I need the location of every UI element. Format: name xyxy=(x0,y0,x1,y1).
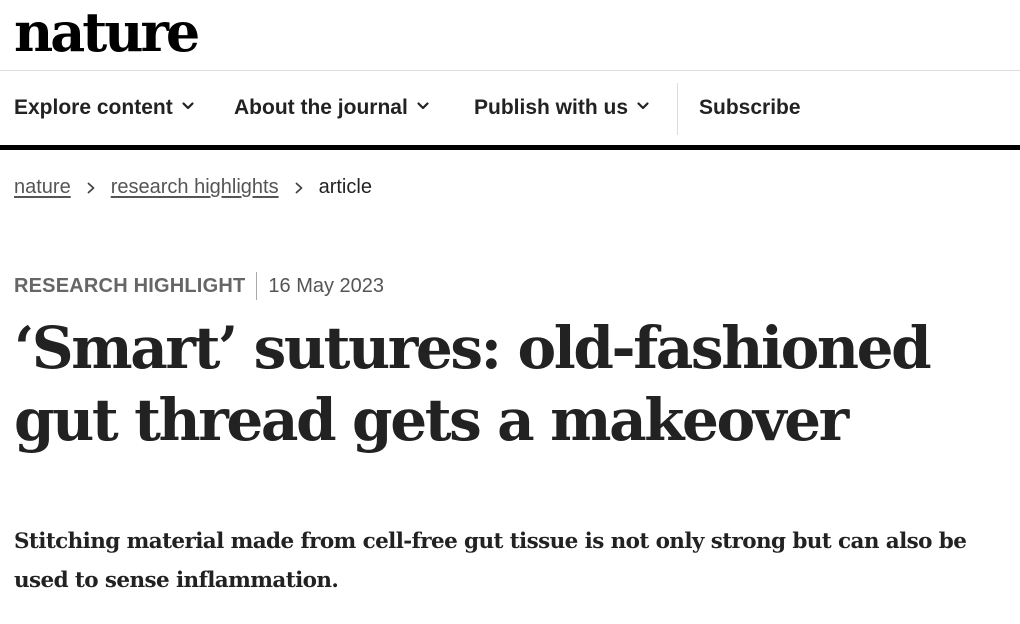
nav-about-the-journal[interactable]: About the journal xyxy=(234,71,430,145)
nav-subscribe[interactable]: Subscribe xyxy=(699,71,801,145)
nav-label: Publish with us xyxy=(474,96,629,119)
nav-publish-with-us[interactable]: Publish with us xyxy=(474,71,650,145)
chevron-down-icon xyxy=(182,102,194,110)
article-title: ‘Smart’ sutures: old-fashioned gut threa… xyxy=(14,314,932,454)
meta-divider xyxy=(256,272,258,300)
chevron-down-icon xyxy=(637,102,649,110)
chevron-right-icon xyxy=(295,182,302,193)
nav-label: About the journal xyxy=(234,96,408,119)
breadcrumb-research-highlights[interactable]: research highlights xyxy=(111,176,279,199)
breadcrumb: nature research highlights article xyxy=(14,176,372,199)
article-standfirst: Stitching material made from cell-free g… xyxy=(14,529,967,593)
nav-divider xyxy=(677,83,678,135)
nav-explore-content[interactable]: Explore content xyxy=(14,71,195,145)
main-navigation: Explore content About the journal Publis… xyxy=(0,71,1020,150)
article-meta: RESEARCH HIGHLIGHT 16 May 2023 xyxy=(14,272,384,300)
chevron-right-icon xyxy=(87,182,95,193)
article-date: 16 May 2023 xyxy=(268,274,385,297)
nav-label: Subscribe xyxy=(699,96,801,119)
nav-label: Explore content xyxy=(14,96,173,119)
breadcrumb-nature[interactable]: nature xyxy=(14,176,71,199)
article-type: RESEARCH HIGHLIGHT xyxy=(14,274,246,297)
breadcrumb-current: article xyxy=(318,176,372,198)
site-header: nature xyxy=(0,0,1020,71)
nature-logo[interactable]: nature xyxy=(14,0,200,70)
chevron-down-icon xyxy=(417,102,429,110)
